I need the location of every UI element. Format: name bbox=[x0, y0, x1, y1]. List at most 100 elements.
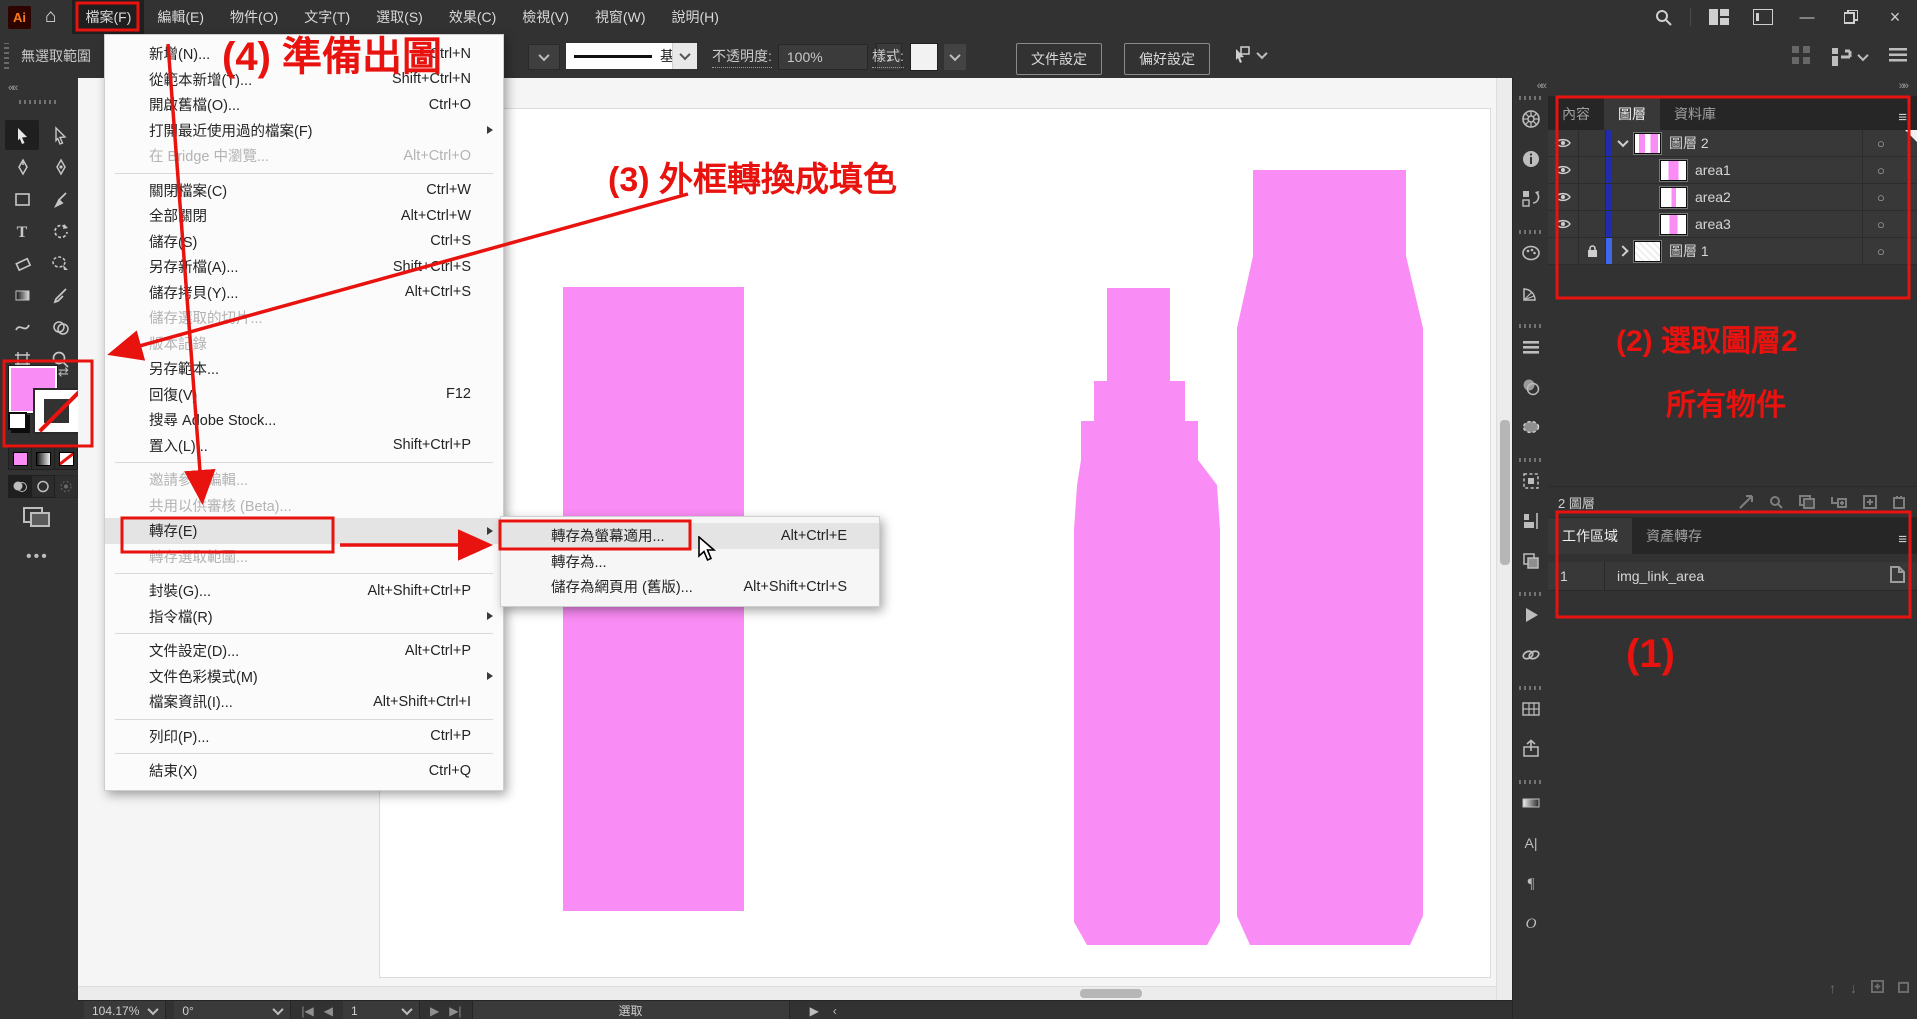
layer-thumbnail[interactable] bbox=[1634, 241, 1661, 262]
gradient-mode-button[interactable] bbox=[31, 447, 55, 470]
file-menu-item[interactable]: 全部關閉Alt+Ctrl+W bbox=[105, 203, 503, 229]
file-menu-item[interactable]: 文件設定(D)...Alt+Ctrl+P bbox=[105, 638, 503, 664]
visibility-eye-icon[interactable] bbox=[1548, 211, 1579, 237]
workspace-layout-icon[interactable] bbox=[1709, 9, 1729, 25]
stroke-panel-icon[interactable] bbox=[1518, 334, 1544, 360]
dock-drag-handle[interactable] bbox=[1519, 96, 1543, 100]
horizontal-scrollbar[interactable] bbox=[78, 986, 1496, 1000]
width-tool[interactable] bbox=[5, 312, 39, 342]
layer-name[interactable]: area3 bbox=[1695, 216, 1731, 232]
expand-panel-icon[interactable]: »» bbox=[1899, 80, 1907, 92]
layer-name[interactable]: 圖層 1 bbox=[1669, 241, 1709, 261]
stroke-weight-dropdown[interactable] bbox=[528, 44, 560, 70]
draw-behind-button[interactable] bbox=[31, 475, 55, 498]
artboard-panel-icon[interactable] bbox=[1518, 468, 1544, 494]
target-circle-icon[interactable]: ○ bbox=[1862, 184, 1903, 210]
rectangle-tool[interactable] bbox=[5, 184, 39, 214]
transparency-panel-icon[interactable] bbox=[1518, 374, 1544, 400]
zoom-level-dropdown[interactable]: 104.17% bbox=[84, 1001, 166, 1019]
style-dropdown-chevron[interactable] bbox=[944, 44, 966, 70]
layer-row-area2[interactable]: area2○ bbox=[1548, 184, 1917, 211]
target-circle-icon[interactable]: ○ bbox=[1862, 157, 1903, 183]
file-menu-item[interactable]: 版本記錄 bbox=[105, 331, 503, 357]
first-artboard-icon[interactable]: |◀ bbox=[301, 1004, 313, 1018]
history-panel-icon[interactable] bbox=[1518, 186, 1544, 212]
tab-內容[interactable]: 內容 bbox=[1548, 96, 1604, 132]
layer-row-area3[interactable]: area3○ bbox=[1548, 211, 1917, 238]
collapse-tools-icon[interactable]: «« bbox=[8, 82, 16, 94]
collapse-dock-icon[interactable]: «« bbox=[1537, 80, 1545, 92]
lasso-tool[interactable] bbox=[43, 248, 77, 278]
menubar-item-9[interactable]: 說明(H) bbox=[658, 0, 731, 34]
preferences-button[interactable]: 偏好設定 bbox=[1124, 43, 1210, 75]
file-menu-item[interactable]: 指令檔(R) bbox=[105, 604, 503, 630]
file-menu-item[interactable]: 檔案資訊(I)...Alt+Shift+Ctrl+I bbox=[105, 689, 503, 715]
file-menu-item[interactable]: 新增(N)...Ctrl+N bbox=[105, 41, 503, 67]
new-layer-icon[interactable] bbox=[1863, 495, 1877, 509]
pathfinder-panel-icon[interactable] bbox=[1518, 548, 1544, 574]
draw-inside-button[interactable] bbox=[54, 475, 78, 498]
layer-row-area1[interactable]: area1 ○ bbox=[1548, 157, 1917, 184]
export-panel-icon[interactable] bbox=[1518, 736, 1544, 762]
style-label[interactable]: 樣式: bbox=[872, 46, 904, 68]
restore-button[interactable] bbox=[1829, 1, 1873, 34]
file-menu-item[interactable]: 轉存選取範圍... bbox=[105, 544, 503, 570]
artboard-page-icon[interactable] bbox=[1890, 566, 1905, 586]
locate-object-icon[interactable] bbox=[1769, 495, 1783, 509]
horizontal-scrollbar-thumb[interactable] bbox=[1080, 989, 1142, 998]
lock-empty-cell[interactable] bbox=[1579, 211, 1606, 237]
gradient-tool[interactable] bbox=[5, 280, 39, 310]
file-menu-item[interactable]: 結束(X)Ctrl+Q bbox=[105, 758, 503, 784]
file-menu-item[interactable]: 邀請參與編輯... bbox=[105, 467, 503, 493]
status-collapse-icon[interactable]: ‹ bbox=[833, 1004, 837, 1018]
controlbar-grip[interactable] bbox=[4, 43, 9, 69]
file-menu-item[interactable]: 開啟舊檔(O)...Ctrl+O bbox=[105, 92, 503, 118]
file-menu-item[interactable]: 置入(L)...Shift+Ctrl+P bbox=[105, 433, 503, 459]
draw-normal-button[interactable] bbox=[8, 475, 32, 498]
file-menu-item[interactable]: 從範本新增(T)...Shift+Ctrl+N bbox=[105, 67, 503, 93]
chevron-right-icon[interactable] bbox=[1612, 247, 1634, 255]
layer-thumbnail[interactable] bbox=[1660, 160, 1687, 181]
align-panel-icon[interactable] bbox=[1518, 508, 1544, 534]
info-panel-icon[interactable] bbox=[1518, 146, 1544, 172]
prev-artboard-icon[interactable]: ◀ bbox=[324, 1004, 333, 1018]
menubar-item-7[interactable]: 檢視(V) bbox=[509, 0, 582, 34]
file-menu-item[interactable]: 打開最近使用過的檔案(F) bbox=[105, 118, 503, 144]
visibility-eye-icon[interactable] bbox=[1548, 130, 1579, 156]
menubar-item-1[interactable]: 檔案(F) bbox=[72, 0, 144, 34]
link-panel-icon[interactable] bbox=[1518, 642, 1544, 668]
paragraph-panel-icon[interactable]: ¶ bbox=[1518, 870, 1544, 896]
shape-builder-tool[interactable] bbox=[43, 312, 77, 342]
dock-drag-handle[interactable] bbox=[1519, 592, 1543, 596]
pen-tool[interactable] bbox=[5, 152, 39, 182]
app-logo-icon[interactable]: Ai bbox=[8, 6, 31, 29]
export-submenu-item[interactable]: 轉存為螢幕適用...Alt+Ctrl+E bbox=[501, 523, 879, 549]
direct-selection-tool[interactable] bbox=[43, 120, 77, 150]
palette-panel-icon[interactable] bbox=[1518, 240, 1544, 266]
close-button[interactable]: × bbox=[1873, 1, 1917, 34]
hamburger-menu-icon[interactable] bbox=[1889, 48, 1907, 65]
dock-drag-handle[interactable] bbox=[1519, 230, 1543, 234]
file-menu-item[interactable]: 轉存(E) bbox=[105, 518, 503, 544]
opacity-label[interactable]: 不透明度: bbox=[712, 46, 772, 68]
default-fill-stroke-icon[interactable] bbox=[8, 412, 27, 430]
dock-drag-handle[interactable] bbox=[1519, 324, 1543, 328]
menubar-item-6[interactable]: 效果(C) bbox=[436, 0, 509, 34]
next-artboard-icon[interactable]: ▶ bbox=[430, 1004, 439, 1018]
layer-thumbnail[interactable] bbox=[1660, 214, 1687, 235]
move-artboard-up-icon[interactable]: ↑ bbox=[1829, 980, 1836, 996]
delete-layer-icon[interactable] bbox=[1893, 495, 1905, 509]
dock-drag-handle[interactable] bbox=[1519, 458, 1543, 462]
color-mode-button[interactable] bbox=[8, 447, 32, 470]
layer-thumbnail[interactable] bbox=[1634, 133, 1661, 154]
layer-name[interactable]: area1 bbox=[1695, 162, 1731, 178]
gradient-panel-icon[interactable] bbox=[1518, 790, 1544, 816]
menubar-item-3[interactable]: 物件(O) bbox=[217, 0, 291, 34]
layer-thumbnail[interactable] bbox=[1660, 187, 1687, 208]
home-icon[interactable]: ⌂ bbox=[45, 6, 56, 28]
artboard-row-name[interactable]: img_link_area bbox=[1605, 568, 1704, 584]
selection-ellipse-panel-icon[interactable] bbox=[1518, 414, 1544, 440]
status-play-icon[interactable]: ▶ bbox=[810, 1004, 819, 1018]
layer-row-圖層 1[interactable]: 圖層 1○ bbox=[1548, 238, 1917, 265]
more-tools-icon[interactable]: ••• bbox=[26, 548, 49, 566]
